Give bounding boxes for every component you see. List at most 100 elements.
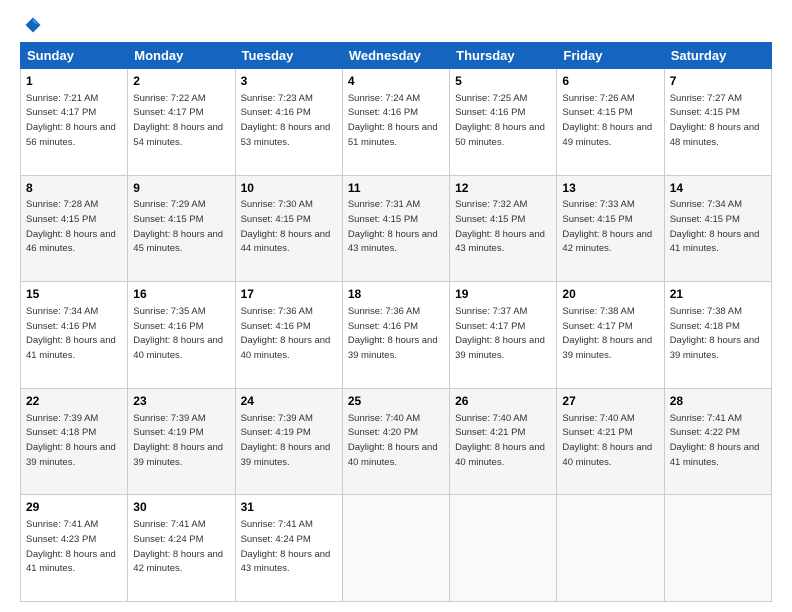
calendar-header-wednesday: Wednesday bbox=[342, 43, 449, 69]
table-row: 13 Sunrise: 7:33 AMSunset: 4:15 PMDaylig… bbox=[557, 175, 664, 282]
table-row: 1 Sunrise: 7:21 AMSunset: 4:17 PMDayligh… bbox=[21, 69, 128, 176]
day-number: 8 bbox=[26, 180, 122, 197]
day-number: 5 bbox=[455, 73, 551, 90]
table-row: 18 Sunrise: 7:36 AMSunset: 4:16 PMDaylig… bbox=[342, 282, 449, 389]
day-number: 30 bbox=[133, 499, 229, 516]
table-row: 28 Sunrise: 7:41 AMSunset: 4:22 PMDaylig… bbox=[664, 388, 771, 495]
day-sunrise: Sunrise: 7:39 AMSunset: 4:18 PMDaylight:… bbox=[26, 413, 116, 468]
day-sunrise: Sunrise: 7:36 AMSunset: 4:16 PMDaylight:… bbox=[241, 306, 331, 361]
day-number: 25 bbox=[348, 393, 444, 410]
day-number: 21 bbox=[670, 286, 766, 303]
day-number: 7 bbox=[670, 73, 766, 90]
table-row: 23 Sunrise: 7:39 AMSunset: 4:19 PMDaylig… bbox=[128, 388, 235, 495]
day-sunrise: Sunrise: 7:40 AMSunset: 4:21 PMDaylight:… bbox=[562, 413, 652, 468]
table-row: 4 Sunrise: 7:24 AMSunset: 4:16 PMDayligh… bbox=[342, 69, 449, 176]
calendar-header-thursday: Thursday bbox=[450, 43, 557, 69]
day-sunrise: Sunrise: 7:32 AMSunset: 4:15 PMDaylight:… bbox=[455, 199, 545, 254]
day-number: 20 bbox=[562, 286, 658, 303]
table-row: 29 Sunrise: 7:41 AMSunset: 4:23 PMDaylig… bbox=[21, 495, 128, 602]
day-number: 16 bbox=[133, 286, 229, 303]
calendar-header-tuesday: Tuesday bbox=[235, 43, 342, 69]
day-number: 4 bbox=[348, 73, 444, 90]
day-sunrise: Sunrise: 7:40 AMSunset: 4:21 PMDaylight:… bbox=[455, 413, 545, 468]
calendar-week-4: 22 Sunrise: 7:39 AMSunset: 4:18 PMDaylig… bbox=[21, 388, 772, 495]
day-sunrise: Sunrise: 7:40 AMSunset: 4:20 PMDaylight:… bbox=[348, 413, 438, 468]
day-number: 1 bbox=[26, 73, 122, 90]
day-sunrise: Sunrise: 7:27 AMSunset: 4:15 PMDaylight:… bbox=[670, 93, 760, 148]
table-row bbox=[557, 495, 664, 602]
day-sunrise: Sunrise: 7:36 AMSunset: 4:16 PMDaylight:… bbox=[348, 306, 438, 361]
calendar-week-1: 1 Sunrise: 7:21 AMSunset: 4:17 PMDayligh… bbox=[21, 69, 772, 176]
logo bbox=[20, 16, 42, 34]
table-row: 15 Sunrise: 7:34 AMSunset: 4:16 PMDaylig… bbox=[21, 282, 128, 389]
calendar-header-sunday: Sunday bbox=[21, 43, 128, 69]
day-sunrise: Sunrise: 7:41 AMSunset: 4:22 PMDaylight:… bbox=[670, 413, 760, 468]
table-row: 31 Sunrise: 7:41 AMSunset: 4:24 PMDaylig… bbox=[235, 495, 342, 602]
table-row: 10 Sunrise: 7:30 AMSunset: 4:15 PMDaylig… bbox=[235, 175, 342, 282]
day-sunrise: Sunrise: 7:41 AMSunset: 4:24 PMDaylight:… bbox=[133, 519, 223, 574]
day-number: 19 bbox=[455, 286, 551, 303]
calendar-table: SundayMondayTuesdayWednesdayThursdayFrid… bbox=[20, 42, 772, 602]
day-number: 14 bbox=[670, 180, 766, 197]
table-row: 25 Sunrise: 7:40 AMSunset: 4:20 PMDaylig… bbox=[342, 388, 449, 495]
day-number: 23 bbox=[133, 393, 229, 410]
day-sunrise: Sunrise: 7:34 AMSunset: 4:16 PMDaylight:… bbox=[26, 306, 116, 361]
table-row: 11 Sunrise: 7:31 AMSunset: 4:15 PMDaylig… bbox=[342, 175, 449, 282]
table-row: 20 Sunrise: 7:38 AMSunset: 4:17 PMDaylig… bbox=[557, 282, 664, 389]
day-sunrise: Sunrise: 7:31 AMSunset: 4:15 PMDaylight:… bbox=[348, 199, 438, 254]
table-row: 22 Sunrise: 7:39 AMSunset: 4:18 PMDaylig… bbox=[21, 388, 128, 495]
table-row: 9 Sunrise: 7:29 AMSunset: 4:15 PMDayligh… bbox=[128, 175, 235, 282]
table-row: 30 Sunrise: 7:41 AMSunset: 4:24 PMDaylig… bbox=[128, 495, 235, 602]
calendar-week-5: 29 Sunrise: 7:41 AMSunset: 4:23 PMDaylig… bbox=[21, 495, 772, 602]
table-row: 6 Sunrise: 7:26 AMSunset: 4:15 PMDayligh… bbox=[557, 69, 664, 176]
day-number: 22 bbox=[26, 393, 122, 410]
day-number: 17 bbox=[241, 286, 337, 303]
calendar-header-monday: Monday bbox=[128, 43, 235, 69]
day-sunrise: Sunrise: 7:34 AMSunset: 4:15 PMDaylight:… bbox=[670, 199, 760, 254]
day-sunrise: Sunrise: 7:21 AMSunset: 4:17 PMDaylight:… bbox=[26, 93, 116, 148]
calendar-header-friday: Friday bbox=[557, 43, 664, 69]
day-number: 24 bbox=[241, 393, 337, 410]
day-number: 2 bbox=[133, 73, 229, 90]
day-sunrise: Sunrise: 7:23 AMSunset: 4:16 PMDaylight:… bbox=[241, 93, 331, 148]
logo-icon bbox=[24, 16, 42, 34]
day-sunrise: Sunrise: 7:39 AMSunset: 4:19 PMDaylight:… bbox=[133, 413, 223, 468]
day-sunrise: Sunrise: 7:30 AMSunset: 4:15 PMDaylight:… bbox=[241, 199, 331, 254]
day-number: 11 bbox=[348, 180, 444, 197]
table-row: 12 Sunrise: 7:32 AMSunset: 4:15 PMDaylig… bbox=[450, 175, 557, 282]
day-sunrise: Sunrise: 7:41 AMSunset: 4:23 PMDaylight:… bbox=[26, 519, 116, 574]
table-row: 16 Sunrise: 7:35 AMSunset: 4:16 PMDaylig… bbox=[128, 282, 235, 389]
day-sunrise: Sunrise: 7:37 AMSunset: 4:17 PMDaylight:… bbox=[455, 306, 545, 361]
day-number: 26 bbox=[455, 393, 551, 410]
day-sunrise: Sunrise: 7:33 AMSunset: 4:15 PMDaylight:… bbox=[562, 199, 652, 254]
day-sunrise: Sunrise: 7:24 AMSunset: 4:16 PMDaylight:… bbox=[348, 93, 438, 148]
page: SundayMondayTuesdayWednesdayThursdayFrid… bbox=[0, 0, 792, 612]
calendar-header-row: SundayMondayTuesdayWednesdayThursdayFrid… bbox=[21, 43, 772, 69]
table-row: 14 Sunrise: 7:34 AMSunset: 4:15 PMDaylig… bbox=[664, 175, 771, 282]
day-sunrise: Sunrise: 7:38 AMSunset: 4:18 PMDaylight:… bbox=[670, 306, 760, 361]
table-row: 3 Sunrise: 7:23 AMSunset: 4:16 PMDayligh… bbox=[235, 69, 342, 176]
day-sunrise: Sunrise: 7:26 AMSunset: 4:15 PMDaylight:… bbox=[562, 93, 652, 148]
day-number: 3 bbox=[241, 73, 337, 90]
table-row: 7 Sunrise: 7:27 AMSunset: 4:15 PMDayligh… bbox=[664, 69, 771, 176]
calendar-header-saturday: Saturday bbox=[664, 43, 771, 69]
day-number: 10 bbox=[241, 180, 337, 197]
table-row: 27 Sunrise: 7:40 AMSunset: 4:21 PMDaylig… bbox=[557, 388, 664, 495]
day-number: 9 bbox=[133, 180, 229, 197]
table-row: 19 Sunrise: 7:37 AMSunset: 4:17 PMDaylig… bbox=[450, 282, 557, 389]
day-sunrise: Sunrise: 7:35 AMSunset: 4:16 PMDaylight:… bbox=[133, 306, 223, 361]
day-sunrise: Sunrise: 7:28 AMSunset: 4:15 PMDaylight:… bbox=[26, 199, 116, 254]
table-row: 24 Sunrise: 7:39 AMSunset: 4:19 PMDaylig… bbox=[235, 388, 342, 495]
table-row: 26 Sunrise: 7:40 AMSunset: 4:21 PMDaylig… bbox=[450, 388, 557, 495]
table-row: 17 Sunrise: 7:36 AMSunset: 4:16 PMDaylig… bbox=[235, 282, 342, 389]
table-row: 2 Sunrise: 7:22 AMSunset: 4:17 PMDayligh… bbox=[128, 69, 235, 176]
day-sunrise: Sunrise: 7:38 AMSunset: 4:17 PMDaylight:… bbox=[562, 306, 652, 361]
day-number: 6 bbox=[562, 73, 658, 90]
day-sunrise: Sunrise: 7:22 AMSunset: 4:17 PMDaylight:… bbox=[133, 93, 223, 148]
day-number: 31 bbox=[241, 499, 337, 516]
table-row: 21 Sunrise: 7:38 AMSunset: 4:18 PMDaylig… bbox=[664, 282, 771, 389]
day-sunrise: Sunrise: 7:39 AMSunset: 4:19 PMDaylight:… bbox=[241, 413, 331, 468]
table-row: 5 Sunrise: 7:25 AMSunset: 4:16 PMDayligh… bbox=[450, 69, 557, 176]
day-number: 18 bbox=[348, 286, 444, 303]
table-row bbox=[450, 495, 557, 602]
